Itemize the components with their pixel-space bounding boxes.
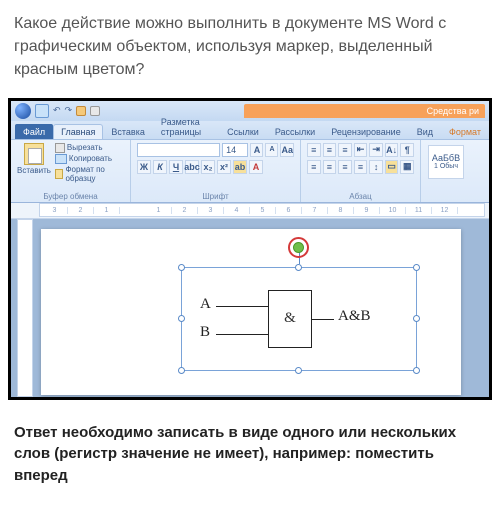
tab-home[interactable]: Главная xyxy=(53,124,103,139)
show-marks-button[interactable]: ¶ xyxy=(400,143,414,157)
numbering-button[interactable]: ≡ xyxy=(323,143,337,157)
copy-button[interactable]: Копировать xyxy=(55,154,124,164)
subscript-button[interactable]: x₂ xyxy=(201,160,215,174)
resize-handle-nw[interactable] xyxy=(178,264,185,271)
resize-handle-sw[interactable] xyxy=(178,367,185,374)
resize-handle-s[interactable] xyxy=(295,367,302,374)
copy-icon xyxy=(55,154,67,164)
qat-undo-icon[interactable]: ↶ xyxy=(53,105,61,116)
horizontal-ruler[interactable]: 321 123 456 789 101112 xyxy=(11,203,489,219)
line-spacing-button[interactable]: ↕ xyxy=(369,160,383,174)
and-gate-box: & xyxy=(268,290,312,348)
bullets-button[interactable]: ≡ xyxy=(307,143,321,157)
font-name-combo[interactable] xyxy=(137,143,220,157)
increase-indent-button[interactable]: ⇥ xyxy=(369,143,383,157)
strike-button[interactable]: abc xyxy=(185,160,199,174)
clipboard-group-label: Буфер обмена xyxy=(17,191,124,201)
qat-redo-icon[interactable]: ↷ xyxy=(65,105,73,116)
question-text: Какое действие можно выполнить в докумен… xyxy=(0,0,500,92)
tab-mailings[interactable]: Рассылки xyxy=(267,124,323,139)
resize-handle-w[interactable] xyxy=(178,315,185,322)
word-screenshot: ↶ ↷ Средства ри Файл Главная Вставка Раз… xyxy=(8,98,492,400)
tab-view[interactable]: Вид xyxy=(409,124,441,139)
shrink-font-button[interactable]: A xyxy=(265,143,278,157)
group-font: 14 A A Aa Ж К Ч abc x₂ x² ab A Шрифт xyxy=(131,140,301,202)
paragraph-group-label: Абзац xyxy=(307,191,414,201)
sort-button[interactable]: A↓ xyxy=(385,143,399,157)
document-area[interactable]: A B & A&B xyxy=(11,219,489,397)
office-button-icon[interactable] xyxy=(15,103,31,119)
superscript-button[interactable]: x² xyxy=(217,160,231,174)
ribbon: Вставить Вырезать Копировать Формат по о… xyxy=(11,139,489,203)
copy-label: Копировать xyxy=(69,154,112,163)
align-left-button[interactable]: ≡ xyxy=(307,160,321,174)
diagram-label-out: A&B xyxy=(338,308,371,325)
cut-label: Вырезать xyxy=(67,143,103,152)
resize-handle-n[interactable] xyxy=(295,264,302,271)
tab-review[interactable]: Рецензирование xyxy=(323,124,409,139)
style-normal[interactable]: АаБбВ 1 Oбыч xyxy=(428,145,464,179)
tab-file[interactable]: Файл xyxy=(15,124,53,139)
paste-button[interactable]: Вставить xyxy=(17,143,51,175)
decrease-indent-button[interactable]: ⇤ xyxy=(354,143,368,157)
qat-print-icon[interactable] xyxy=(90,106,100,116)
group-paragraph: ≡ ≡ ≡ ⇤ ⇥ A↓ ¶ ≡ ≡ ≡ ≡ ↕ ▭ ▦ А xyxy=(301,140,421,202)
align-center-button[interactable]: ≡ xyxy=(323,160,337,174)
tab-insert[interactable]: Вставка xyxy=(103,124,152,139)
wire-a xyxy=(216,306,268,308)
diagram-label-a: A xyxy=(200,296,211,313)
group-clipboard: Вставить Вырезать Копировать Формат по о… xyxy=(11,140,131,202)
font-group-label: Шрифт xyxy=(137,191,294,201)
group-styles: АаБбВ 1 Oбыч xyxy=(421,140,471,202)
tab-layout[interactable]: Разметка страницы xyxy=(153,114,219,139)
resize-handle-e[interactable] xyxy=(413,315,420,322)
font-color-button[interactable]: A xyxy=(249,160,263,174)
save-icon[interactable] xyxy=(35,104,49,118)
justify-button[interactable]: ≡ xyxy=(354,160,368,174)
contextual-tab-title: Средства ри xyxy=(244,104,485,118)
format-painter-button[interactable]: Формат по образцу xyxy=(55,165,124,183)
vertical-ruler[interactable] xyxy=(17,219,33,397)
diagram-label-b: B xyxy=(200,324,210,341)
font-size-combo[interactable]: 14 xyxy=(222,143,248,157)
multilevel-button[interactable]: ≡ xyxy=(338,143,352,157)
wire-out xyxy=(312,319,334,321)
paste-icon xyxy=(24,143,44,165)
brush-icon xyxy=(55,169,64,179)
highlight-button[interactable]: ab xyxy=(233,160,247,174)
tab-references[interactable]: Ссылки xyxy=(219,124,267,139)
qat-open-icon[interactable] xyxy=(76,106,86,116)
italic-button[interactable]: К xyxy=(153,160,167,174)
selected-object[interactable]: A B & A&B xyxy=(181,267,417,371)
highlighted-marker-ring xyxy=(288,237,309,258)
underline-button[interactable]: Ч xyxy=(169,160,183,174)
page[interactable]: A B & A&B xyxy=(41,229,461,395)
answer-hint: Ответ необходимо записать в виде одного … xyxy=(0,410,500,501)
brush-label: Формат по образцу xyxy=(65,165,124,183)
change-case-button[interactable]: Aa xyxy=(280,143,294,157)
ribbon-tabs: Файл Главная Вставка Разметка страницы С… xyxy=(11,121,489,139)
style-name: 1 Oбыч xyxy=(434,163,458,170)
bold-button[interactable]: Ж xyxy=(137,160,151,174)
shading-button[interactable]: ▭ xyxy=(385,160,399,174)
resize-handle-ne[interactable] xyxy=(413,264,420,271)
cut-button[interactable]: Вырезать xyxy=(55,143,124,153)
borders-button[interactable]: ▦ xyxy=(400,160,414,174)
quick-access-toolbar: ↶ ↷ Средства ри xyxy=(11,101,489,121)
tab-format[interactable]: Формат xyxy=(441,124,489,139)
resize-handle-se[interactable] xyxy=(413,367,420,374)
style-sample: АаБбВ xyxy=(432,153,460,163)
grow-font-button[interactable]: A xyxy=(250,143,263,157)
wire-b xyxy=(216,334,268,336)
align-right-button[interactable]: ≡ xyxy=(338,160,352,174)
scissors-icon xyxy=(55,143,65,153)
paste-label: Вставить xyxy=(17,166,51,175)
